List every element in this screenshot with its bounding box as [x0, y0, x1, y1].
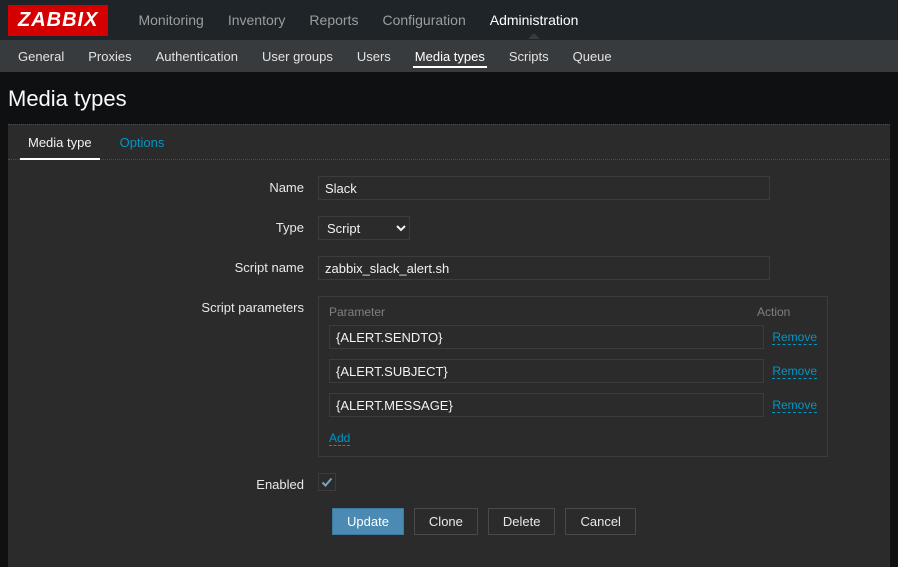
subnav-item-users[interactable]: Users: [345, 42, 403, 71]
remove-parameter-link[interactable]: Remove: [772, 398, 817, 413]
nav-item-configuration[interactable]: Configuration: [370, 2, 477, 38]
check-icon: [321, 476, 333, 488]
subnav-item-scripts[interactable]: Scripts: [497, 42, 561, 71]
subnav-item-media-types[interactable]: Media types: [403, 42, 497, 71]
script-name-input[interactable]: [318, 256, 770, 280]
nav-item-inventory[interactable]: Inventory: [216, 2, 298, 38]
update-button[interactable]: Update: [332, 508, 404, 535]
nav-item-monitoring[interactable]: Monitoring: [126, 2, 215, 38]
media-type-form: Name Type Script Script name Script para…: [8, 160, 890, 567]
script-parameters-label: Script parameters: [26, 296, 318, 315]
parameter-input[interactable]: [329, 393, 764, 417]
tab-options[interactable]: Options: [106, 125, 179, 159]
type-label: Type: [26, 216, 318, 235]
delete-button[interactable]: Delete: [488, 508, 556, 535]
param-header-parameter: Parameter: [329, 305, 757, 319]
remove-parameter-link[interactable]: Remove: [772, 330, 817, 345]
parameter-row: Remove: [329, 325, 817, 349]
nav-item-reports[interactable]: Reports: [297, 2, 370, 38]
content-panel: Media typeOptions Name Type Script Scrip…: [8, 124, 890, 567]
script-name-label: Script name: [26, 256, 318, 275]
cancel-button[interactable]: Cancel: [565, 508, 635, 535]
remove-parameter-link[interactable]: Remove: [772, 364, 817, 379]
enabled-label: Enabled: [26, 473, 318, 492]
add-parameter-link[interactable]: Add: [329, 431, 350, 446]
subnav-item-queue[interactable]: Queue: [561, 42, 624, 71]
parameters-box: Parameter Action Remove Remove Remove Add: [318, 296, 828, 457]
subnav-item-proxies[interactable]: Proxies: [76, 42, 143, 71]
enabled-checkbox[interactable]: [318, 473, 336, 491]
subnav-item-general[interactable]: General: [6, 42, 76, 71]
sub-nav: GeneralProxiesAuthenticationUser groupsU…: [0, 40, 898, 72]
parameter-input[interactable]: [329, 325, 764, 349]
page-title: Media types: [0, 72, 898, 124]
parameter-row: Remove: [329, 393, 817, 417]
tabs: Media typeOptions: [8, 125, 890, 160]
tab-media-type[interactable]: Media type: [14, 125, 106, 159]
type-select[interactable]: Script: [318, 216, 410, 240]
subnav-item-user-groups[interactable]: User groups: [250, 42, 345, 71]
nav-item-administration[interactable]: Administration: [478, 2, 591, 38]
top-nav: ZABBIX MonitoringInventoryReportsConfigu…: [0, 0, 898, 40]
name-input[interactable]: [318, 176, 770, 200]
clone-button[interactable]: Clone: [414, 508, 478, 535]
subnav-item-authentication[interactable]: Authentication: [144, 42, 250, 71]
parameter-row: Remove: [329, 359, 817, 383]
parameter-input[interactable]: [329, 359, 764, 383]
param-header-action: Action: [757, 305, 817, 319]
name-label: Name: [26, 176, 318, 195]
brand-logo: ZABBIX: [8, 5, 108, 36]
